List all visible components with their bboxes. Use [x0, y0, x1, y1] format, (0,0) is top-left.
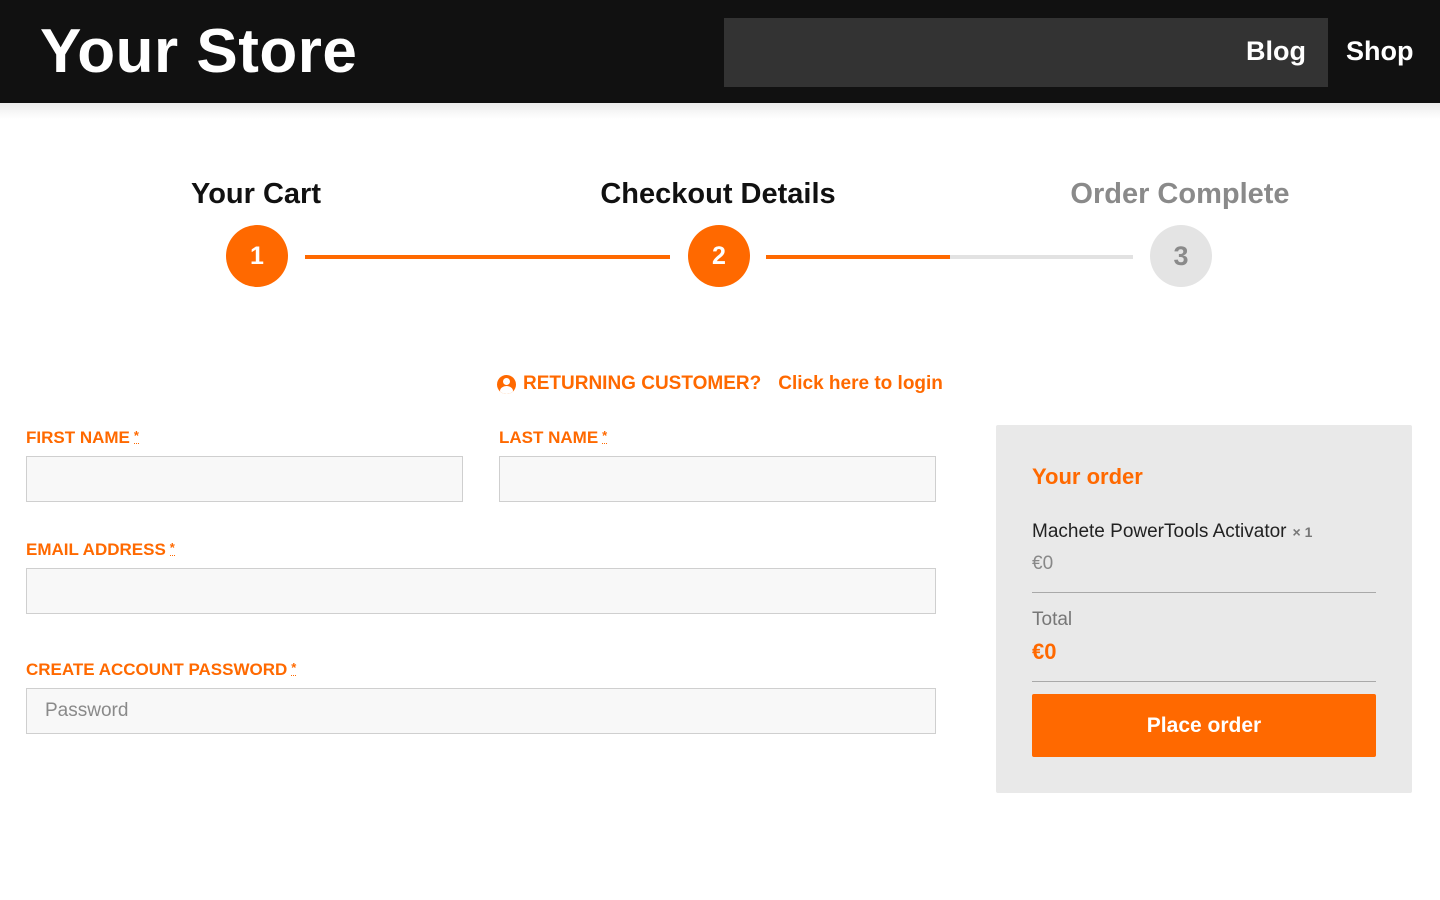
returning-customer-prompt: RETURNING CUSTOMER? Click here to login — [497, 373, 943, 395]
last-name-label-text: LAST NAME — [499, 428, 599, 447]
step-circle-3: 3 — [1150, 225, 1212, 287]
required-mark: * — [291, 660, 297, 676]
order-item-qty: × 1 — [1292, 524, 1313, 540]
first-name-label-text: FIRST NAME — [26, 428, 130, 447]
login-link[interactable]: Click here to login — [778, 373, 943, 395]
required-mark: * — [602, 428, 608, 444]
progress-bar-2-fill — [766, 255, 950, 259]
last-name-field[interactable] — [499, 456, 936, 502]
returning-customer-text: RETURNING CUSTOMER? — [523, 373, 762, 394]
order-title: Your order — [1032, 464, 1143, 489]
order-total-value: €0 — [1032, 639, 1057, 664]
password-label-text: CREATE ACCOUNT PASSWORD — [26, 660, 288, 679]
password-label: CREATE ACCOUNT PASSWORD * — [26, 660, 297, 680]
nav-blog-link[interactable]: Blog — [1246, 36, 1306, 67]
step-circle-2: 2 — [688, 225, 750, 287]
nav-container — [724, 18, 1328, 87]
first-name-field[interactable] — [26, 456, 463, 502]
password-field[interactable] — [26, 688, 936, 734]
step-circle-1: 1 — [226, 225, 288, 287]
last-name-label: LAST NAME * — [499, 428, 608, 448]
nav-shop-link[interactable]: Shop — [1346, 36, 1414, 67]
header-shadow — [0, 103, 1440, 119]
user-circle-icon — [497, 374, 516, 394]
required-mark: * — [133, 428, 139, 444]
email-label-text: EMAIL ADDRESS — [26, 540, 166, 559]
required-mark: * — [169, 540, 175, 556]
step-title-complete: Order Complete — [1070, 178, 1290, 210]
place-order-button[interactable]: Place order — [1032, 694, 1376, 757]
order-item-name: Machete PowerTools Activator — [1032, 521, 1287, 542]
step-title-cart: Your Cart — [191, 178, 321, 210]
email-field[interactable] — [26, 568, 936, 614]
order-total-label: Total — [1032, 609, 1073, 630]
order-divider — [1032, 592, 1376, 593]
store-logo[interactable]: Your Store — [40, 16, 357, 87]
first-name-label: FIRST NAME * — [26, 428, 139, 448]
order-item: Machete PowerTools Activator × 1 — [1032, 521, 1312, 543]
order-divider — [1032, 681, 1376, 682]
order-item-price: €0 — [1032, 553, 1054, 574]
email-label: EMAIL ADDRESS * — [26, 540, 175, 560]
site-header: Your Store Blog Shop — [0, 0, 1440, 103]
step-title-checkout: Checkout Details — [600, 178, 836, 210]
progress-bar-1 — [305, 255, 670, 259]
order-summary-panel: Your order Machete PowerTools Activator ×… — [996, 425, 1412, 793]
